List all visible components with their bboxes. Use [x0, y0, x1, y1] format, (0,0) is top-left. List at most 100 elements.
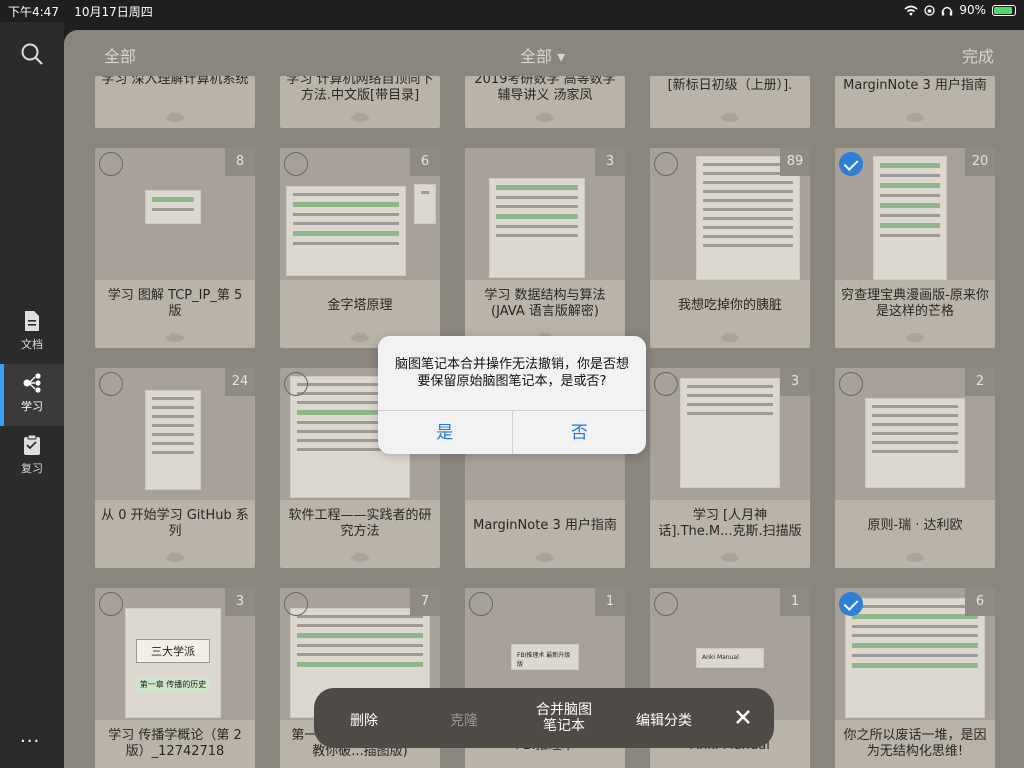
select-checkbox[interactable] [99, 152, 123, 176]
status-date: 10月17日周四 [74, 5, 153, 19]
cloud-icon [906, 332, 924, 342]
battery-icon [992, 4, 1016, 16]
all-filter-left[interactable]: 全部 [104, 43, 136, 67]
note-count-badge: 3 [595, 148, 625, 176]
category-dropdown[interactable]: 全部 ▾ [520, 43, 565, 67]
select-checkbox[interactable] [654, 592, 678, 616]
notebook-card[interactable]: 3 学习 数据结构与算法 (JAVA 语言版解密) [465, 148, 625, 348]
sidebar-item-review[interactable]: 复习 [0, 426, 64, 488]
mindmap-node [489, 178, 585, 278]
battery-fill [994, 6, 1012, 14]
sidebar-item-label: 文档 [21, 338, 43, 351]
merge-mindmap-button[interactable]: 合并脑图笔记本 [532, 702, 596, 734]
select-checkbox[interactable] [654, 372, 678, 396]
notebook-title: 学习 数据结构与算法 (JAVA 语言版解密) [484, 288, 606, 319]
mindmap-icon [23, 373, 41, 393]
notebook-title: 原则-瑞 · 达利欧 [867, 518, 963, 533]
note-count-badge: 24 [225, 368, 255, 396]
dialog-no-button[interactable]: 否 [511, 411, 647, 454]
mindmap-node [865, 398, 965, 488]
status-bar: 下午4:47 10月17日周四 90% [0, 0, 1024, 22]
done-button[interactable]: 完成 [962, 43, 994, 67]
cloud-icon [351, 552, 369, 562]
select-checkbox[interactable] [99, 372, 123, 396]
notebook-card[interactable]: 6 金字塔原理 [280, 148, 440, 348]
notebook-title: 金字塔原理 [327, 298, 393, 313]
select-checkbox[interactable] [469, 592, 493, 616]
thumbnail-text: FBI推理术 最新升级版 [511, 644, 579, 670]
notebook-title: 软件工程——实践者的研究方法 [288, 508, 432, 539]
sidebar-item-study[interactable]: 学习 [0, 364, 64, 426]
select-checkbox-checked[interactable] [839, 592, 863, 616]
status-time: 下午4:47 [8, 5, 59, 19]
notebook-title: MarginNote 3 用户指南 [473, 518, 617, 533]
notebook-title: 学习 传播学概论（第 2 版）_12742718 [108, 728, 242, 759]
search-icon[interactable] [18, 40, 46, 68]
note-count-badge: 6 [410, 148, 440, 176]
notebook-title: MarginNote 3 用户指南 [843, 78, 987, 93]
close-icon[interactable] [734, 708, 752, 726]
sidebar-item-documents[interactable]: 文档 [0, 302, 64, 364]
edit-category-button[interactable]: 编辑分类 [636, 710, 692, 730]
notebook-title: 学习 [人月神话].The.M...克斯.扫描版 [658, 508, 802, 539]
notebook-card[interactable]: 6 你之所以废话一堆，是因为无结构化思维! [835, 588, 995, 768]
thumbnail-text: 第一章 传播的历史 [136, 677, 210, 692]
mindmap-node [145, 390, 201, 490]
notebook-card[interactable]: 三大学派 第一章 传播的历史 3 学习 传播学概论（第 2 版）_1274271… [95, 588, 255, 768]
select-checkbox[interactable] [839, 372, 863, 396]
mindmap-node [873, 156, 947, 280]
notebook-title: 从 0 开始学习 GitHub 系列 [101, 508, 249, 539]
select-checkbox-checked[interactable] [839, 152, 863, 176]
cloud-icon [721, 112, 739, 122]
mindmap-node [414, 184, 436, 224]
sidebar-item-label: 学习 [21, 400, 43, 413]
mindmap-node [680, 378, 780, 488]
notebook-card[interactable]: 89 我想吃掉你的胰脏 [650, 148, 810, 348]
note-count-badge: 8 [225, 148, 255, 176]
notebook-card[interactable]: 8 学习 图解 TCP_IP_第 5 版 [95, 148, 255, 348]
dialog-message: 脑图笔记本合并操作无法撤销，你是否想要保留原始脑图笔记本，是或否? [394, 357, 629, 389]
notebook-card[interactable]: [新标日初级（上册）]. [650, 76, 810, 128]
note-count-badge: 1 [595, 588, 625, 616]
note-count-badge: 2 [965, 368, 995, 396]
cloud-icon [351, 332, 369, 342]
cloud-icon [721, 332, 739, 342]
notebook-card[interactable]: MarginNote 3 用户指南 [835, 76, 995, 128]
note-count-badge: 7 [410, 588, 440, 616]
status-right: 90% [904, 3, 1016, 17]
cloud-icon [536, 112, 554, 122]
more-button[interactable]: ··· [20, 731, 40, 752]
document-icon [25, 311, 39, 331]
thumbnail-text: 三大学派 [136, 639, 210, 663]
notebook-title: [新标日初级（上册）]. [667, 78, 793, 93]
select-checkbox[interactable] [654, 152, 678, 176]
dialog-yes-button[interactable]: 是 [378, 411, 512, 454]
clipboard-icon [24, 434, 40, 455]
cloud-icon [536, 552, 554, 562]
cloud-icon [721, 552, 739, 562]
notebook-card[interactable]: 24 从 0 开始学习 GitHub 系列 [95, 368, 255, 568]
clone-button[interactable]: 克隆 [450, 710, 478, 730]
notebook-card[interactable]: 3 学习 [人月神话].The.M...克斯.扫描版 [650, 368, 810, 568]
select-checkbox[interactable] [99, 592, 123, 616]
notebook-card[interactable]: 学习 深入理解计算机系统 [95, 76, 255, 128]
delete-button[interactable]: 删除 [350, 710, 378, 730]
select-checkbox[interactable] [284, 372, 308, 396]
status-left: 下午4:47 10月17日周四 [8, 3, 153, 20]
select-checkbox[interactable] [284, 592, 308, 616]
cloud-icon [351, 112, 369, 122]
selection-toolbar: 删除 克隆 合并脑图笔记本 编辑分类 [314, 688, 774, 748]
notebook-title: 穷查理宝典漫画版-原来你是这样的芒格 [841, 288, 989, 319]
select-checkbox[interactable] [284, 152, 308, 176]
notebook-card[interactable]: 学习 计算机网络自顶向下方法.中文版[带目录] [280, 76, 440, 128]
notebook-card[interactable]: 20 穷查理宝典漫画版-原来你是这样的芒格 [835, 148, 995, 348]
thumbnail-text: Anki Manual [696, 648, 764, 668]
notebook-title: 我想吃掉你的胰脏 [677, 298, 782, 313]
notebook-title: 学习 深入理解计算机系统 [101, 76, 249, 87]
headphones-icon [942, 6, 953, 15]
notebook-title: 你之所以废话一堆，是因为无结构化思维! [843, 728, 987, 759]
cloud-icon [166, 112, 184, 122]
notebook-title: 2019考研数学 高等数学辅导讲义 汤家凤 [474, 76, 616, 103]
notebook-card[interactable]: 2 原则-瑞 · 达利欧 [835, 368, 995, 568]
notebook-card[interactable]: 2019考研数学 高等数学辅导讲义 汤家凤 [465, 76, 625, 128]
